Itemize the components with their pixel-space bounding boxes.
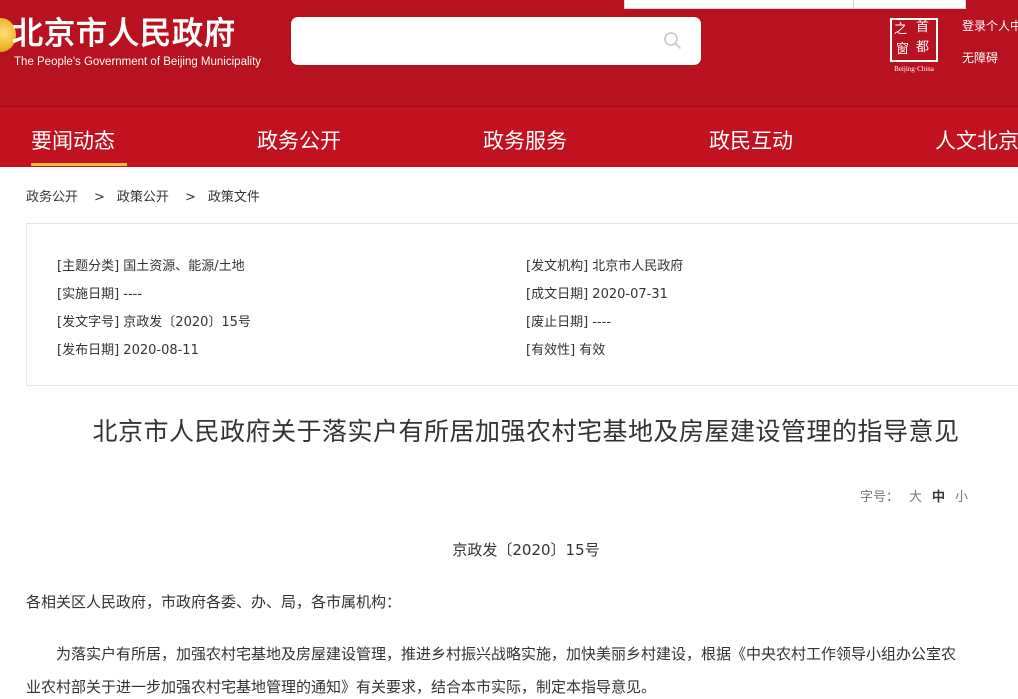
document-info-panel: [主题分类] 国土资源、能源/土地 [实施日期] ---- [发文字号] 京政发… — [26, 223, 1018, 386]
breadcrumb-item-policy-docs[interactable]: 政策文件 — [208, 186, 260, 205]
site-logo-title[interactable]: 北京市人民政府 — [12, 8, 236, 53]
info-value: 国土资源、能源/土地 — [123, 259, 245, 274]
capital-logo-en: Beijing·China — [894, 65, 934, 73]
info-label: [发文字号] — [57, 315, 120, 330]
nav-item-gov-services[interactable]: 政务服务 — [483, 125, 567, 155]
nav-item-interaction[interactable]: 政民互动 — [709, 125, 793, 155]
site-header: 北京市人民政府 The People's Government of Beiji… — [0, 0, 1018, 106]
info-issuing-agency: [发文机构] 北京市人民政府 — [526, 255, 683, 274]
capital-logo-char-1: 之 — [894, 22, 908, 37]
info-label: [废止日期] — [526, 315, 589, 330]
info-repeal-date: [废止日期] ---- — [526, 311, 611, 330]
breadcrumb-separator: > — [94, 190, 105, 205]
capital-logo-char-2: 首 — [916, 20, 930, 35]
paragraph-line-2: 业农村部关于进一步加强农村宅基地管理的通知》有关要求，结合本市实际，制定本指导意… — [26, 678, 657, 696]
info-value: ---- — [592, 315, 612, 330]
breadcrumb-item-gov-open[interactable]: 政务公开 — [26, 186, 78, 205]
info-value: 2020-08-11 — [123, 343, 199, 358]
info-validity: [有效性] 有效 — [526, 339, 605, 358]
info-label: [发布日期] — [57, 343, 120, 358]
nav-item-culture[interactable]: 人文北京 — [935, 125, 1018, 155]
document-number: 京政发〔2020〕15号 — [452, 541, 600, 559]
breadcrumb: 政务公开 > 政策公开 > 政策文件 — [26, 186, 260, 205]
search-input[interactable] — [301, 25, 645, 59]
capital-window-logo[interactable]: 之 首 窗 都 Beijing·China — [886, 15, 942, 75]
info-publish-date: [发布日期] 2020-08-11 — [57, 339, 199, 358]
breadcrumb-separator: > — [184, 190, 196, 205]
info-value: 京政发〔2020〕15号 — [123, 315, 251, 330]
font-size-medium-button[interactable]: 中 — [932, 486, 945, 505]
info-value: ---- — [123, 287, 143, 302]
info-value: 2020-07-31 — [592, 287, 668, 302]
capital-logo-char-4: 都 — [916, 40, 930, 55]
capital-logo-char-3: 窗 — [896, 42, 910, 57]
accessibility-link[interactable]: 无障碍 — [962, 49, 998, 66]
font-size-label: 字号： — [860, 490, 900, 505]
salutation: 各相关区人民政府，市政府各委、办、局，各市属机构： — [26, 593, 402, 611]
info-topic-category: [主题分类] 国土资源、能源/土地 — [57, 255, 245, 274]
breadcrumb-item-policy-open[interactable]: 政策公开 — [117, 186, 169, 205]
nav-item-gov-affairs-open[interactable]: 政务公开 — [257, 125, 341, 155]
info-label: [主题分类] — [57, 259, 120, 274]
top-dropdown-panel — [624, 0, 966, 9]
info-doc-number: [发文字号] 京政发〔2020〕15号 — [57, 311, 251, 330]
font-size-large-button[interactable]: 大 — [909, 486, 922, 505]
info-label: [成文日期] — [526, 287, 589, 302]
dropdown-divider — [853, 0, 854, 8]
info-label: [实施日期] — [57, 287, 120, 302]
main-nav: 要闻动态 政务公开 政务服务 政民互动 人文北京 — [0, 107, 1018, 167]
info-value: 有效 — [579, 343, 606, 358]
info-value: 北京市人民政府 — [592, 259, 684, 274]
info-label: [发文机构] — [526, 259, 589, 274]
search-icon[interactable] — [663, 31, 683, 55]
document-title: 北京市人民政府关于落实户有所居加强农村宅基地及房屋建设管理的指导意见 — [92, 417, 960, 446]
paragraph-line-1: 为落实户有所居，加强农村宅基地及房屋建设管理，推进乡村振兴战略实施，加快美丽乡村… — [56, 645, 957, 663]
font-size-control: 字号： 大中小 — [860, 486, 968, 505]
info-effective-date: [实施日期] ---- — [57, 283, 142, 302]
site-logo-subtitle[interactable]: The People's Government of Beijing Munic… — [14, 56, 261, 68]
font-size-small-button[interactable]: 小 — [955, 486, 968, 505]
login-personal-center-link[interactable]: 登录个人中 — [962, 17, 1018, 34]
nav-item-news[interactable]: 要闻动态 — [31, 125, 115, 155]
info-label: [有效性] — [526, 343, 576, 358]
nav-active-indicator — [31, 163, 127, 166]
search-box — [291, 17, 701, 65]
info-written-date: [成文日期] 2020-07-31 — [526, 283, 668, 302]
